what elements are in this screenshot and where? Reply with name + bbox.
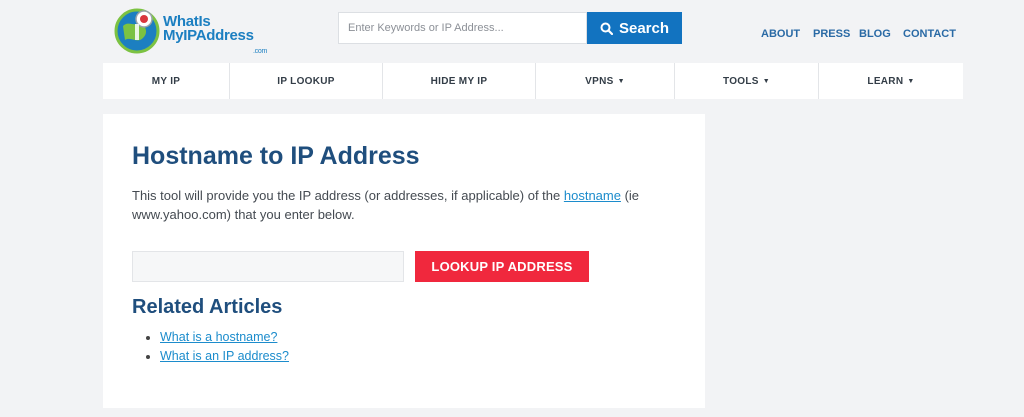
related-articles-list: What is a hostname? What is an IP addres… bbox=[147, 328, 289, 366]
nav-item-tools[interactable]: TOOLS ▼ bbox=[675, 63, 819, 99]
nav-item-hide-my-ip[interactable]: HIDE MY IP bbox=[383, 63, 536, 99]
main-nav: MY IP IP LOOKUP HIDE MY IP VPNS ▼ TOOLS ▼ … bbox=[103, 63, 963, 99]
related-articles-heading: Related Articles bbox=[132, 296, 283, 318]
hostname-input[interactable] bbox=[132, 251, 404, 282]
search-button-label: Search bbox=[618, 19, 670, 37]
caret-down-icon: ▼ bbox=[762, 77, 770, 85]
caret-down-icon: ▼ bbox=[907, 77, 915, 85]
top-link-about[interactable]: ABOUT bbox=[761, 28, 800, 40]
hostname-link[interactable]: hostname bbox=[564, 188, 621, 203]
search-input[interactable]: Enter Keywords or IP Address... bbox=[338, 12, 587, 44]
lookup-ip-button[interactable]: LOOKUP IP ADDRESS bbox=[415, 251, 589, 282]
globe-logo-icon bbox=[114, 8, 160, 54]
nav-item-ip-lookup[interactable]: IP LOOKUP bbox=[230, 63, 383, 99]
top-link-press[interactable]: PRESS bbox=[813, 28, 850, 40]
nav-item-my-ip[interactable]: MY IP bbox=[103, 63, 230, 99]
tool-description: This tool will provide you the IP addres… bbox=[132, 188, 640, 222]
caret-down-icon: ▼ bbox=[617, 77, 625, 85]
related-link-hostname[interactable]: What is a hostname? bbox=[160, 330, 277, 344]
nav-item-learn[interactable]: LEARN ▼ bbox=[819, 63, 963, 99]
top-link-blog[interactable]: BLOG bbox=[859, 28, 891, 40]
search-icon bbox=[600, 22, 613, 35]
content-card: Hostname to IP Address This tool will pr… bbox=[103, 114, 705, 408]
list-item: What is a hostname? bbox=[160, 328, 289, 347]
logo-wordmark: WhatIs MyIPAddress .com bbox=[163, 13, 267, 55]
related-link-ip-address[interactable]: What is an IP address? bbox=[160, 349, 289, 363]
list-item: What is an IP address? bbox=[160, 347, 289, 366]
site-logo[interactable]: WhatIs MyIPAddress .com bbox=[113, 6, 267, 56]
page-title: Hostname to IP Address bbox=[132, 142, 420, 170]
search-placeholder: Enter Keywords or IP Address... bbox=[348, 22, 504, 34]
nav-item-vpns[interactable]: VPNS ▼ bbox=[536, 63, 675, 99]
top-link-contact[interactable]: CONTACT bbox=[903, 28, 956, 40]
search-button[interactable]: Search bbox=[587, 12, 682, 44]
